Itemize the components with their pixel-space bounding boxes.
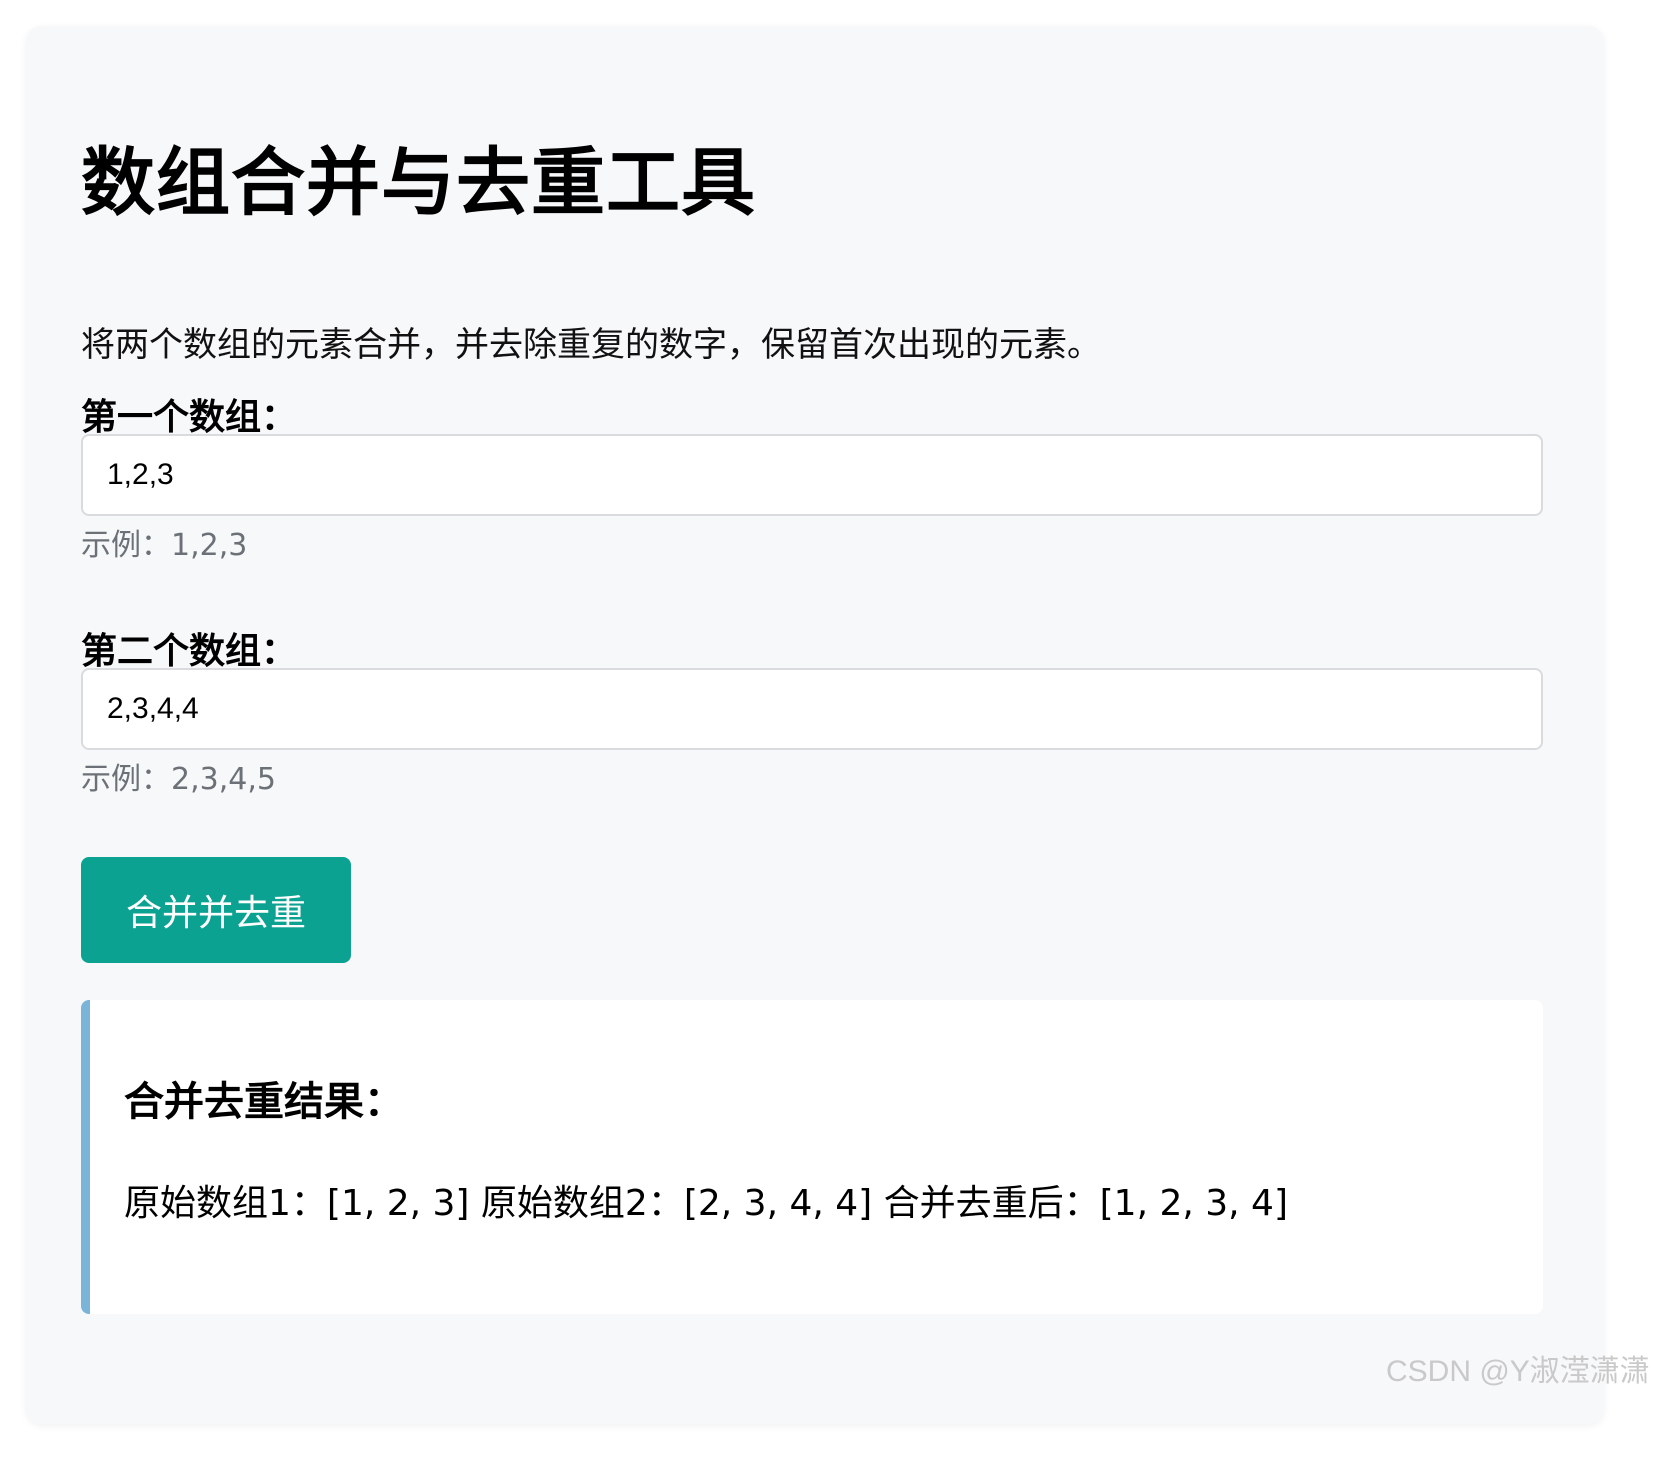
result-text: 原始数组1：[1, 2, 3] 原始数组2：[2, 3, 4, 4] 合并去重后… bbox=[124, 1183, 1289, 1224]
array2-hint: 示例：2,3,4,5 bbox=[81, 762, 276, 797]
tool-card: 数组合并与去重工具 将两个数组的元素合并，并去除重复的数字，保留首次出现的元素。… bbox=[26, 26, 1604, 1424]
page-title: 数组合并与去重工具 bbox=[81, 140, 756, 226]
result-panel: 合并去重结果： 原始数组1：[1, 2, 3] 原始数组2：[2, 3, 4, … bbox=[81, 1000, 1543, 1314]
array1-input[interactable] bbox=[81, 434, 1543, 516]
array2-label: 第二个数组： bbox=[81, 631, 298, 672]
result-title: 合并去重结果： bbox=[124, 1079, 404, 1125]
merge-dedupe-button[interactable]: 合并并去重 bbox=[81, 857, 351, 963]
watermark: CSDN @Y淑滢潇潇 bbox=[1386, 1355, 1650, 1388]
array1-hint: 示例：1,2,3 bbox=[81, 528, 248, 563]
array2-input[interactable] bbox=[81, 668, 1543, 750]
array1-label: 第一个数组： bbox=[81, 397, 298, 438]
page-description: 将两个数组的元素合并，并去除重复的数字，保留首次出现的元素。 bbox=[81, 325, 1101, 365]
